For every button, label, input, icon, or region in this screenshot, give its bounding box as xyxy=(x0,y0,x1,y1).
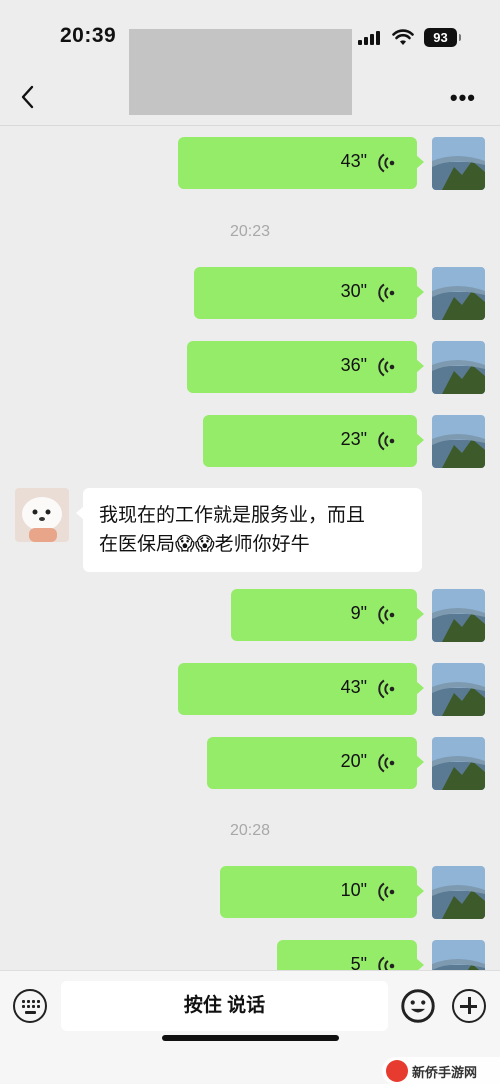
battery-indicator: 93 xyxy=(424,28,461,47)
voice-duration: 5" xyxy=(350,954,367,970)
voice-message-bubble[interactable]: 43" xyxy=(178,663,424,715)
smiley-icon[interactable] xyxy=(401,989,435,1023)
my-avatar[interactable] xyxy=(432,589,485,642)
my-avatar[interactable] xyxy=(432,415,485,468)
message-line: 在医保局😱😱老师你好牛 xyxy=(99,530,406,559)
home-indicator xyxy=(162,1035,339,1041)
watermark: 新侨手游网 xyxy=(382,1057,500,1084)
keyboard-icon[interactable] xyxy=(13,989,47,1023)
my-avatar[interactable] xyxy=(432,341,485,394)
message-list[interactable]: 43" 20:23 30" 36" 23" 我现在的工作就是服务业，而且 在医保… xyxy=(0,127,500,970)
timestamp: 20:23 xyxy=(229,223,271,240)
voice-message-bubble[interactable]: 5" xyxy=(277,940,424,970)
scream-emoji: 😱😱 xyxy=(175,534,215,555)
plus-icon[interactable] xyxy=(452,989,486,1023)
voice-duration: 9" xyxy=(350,603,367,623)
more-options-button[interactable]: ••• xyxy=(450,85,476,111)
watermark-logo-icon xyxy=(386,1060,408,1082)
voice-wave-icon xyxy=(378,956,395,970)
message-text: 在医保局 xyxy=(99,534,176,555)
voice-wave-icon xyxy=(378,357,395,377)
voice-message-bubble[interactable]: 30" xyxy=(194,267,424,319)
input-bar: 按住 说话 新侨手游网 xyxy=(0,970,500,1084)
voice-wave-icon xyxy=(378,882,395,902)
voice-message-bubble[interactable]: 36" xyxy=(187,341,424,393)
message-text: 老师你好牛 xyxy=(214,534,310,555)
voice-duration: 43" xyxy=(340,677,367,697)
contact-avatar[interactable] xyxy=(15,488,69,542)
my-avatar[interactable] xyxy=(432,866,485,919)
hold-to-talk-button[interactable]: 按住 说话 xyxy=(61,981,388,1031)
voice-message-bubble[interactable]: 20" xyxy=(207,737,424,789)
chevron-left-icon[interactable] xyxy=(16,82,42,112)
voice-duration: 10" xyxy=(340,880,367,900)
voice-duration: 23" xyxy=(340,429,367,449)
voice-wave-icon xyxy=(378,605,395,625)
voice-message-bubble[interactable]: 10" xyxy=(220,866,424,918)
wifi-icon xyxy=(392,29,414,45)
voice-duration: 43" xyxy=(340,151,367,171)
status-time: 20:39 xyxy=(60,24,117,47)
my-avatar[interactable] xyxy=(432,737,485,790)
voice-wave-icon xyxy=(378,153,395,173)
my-avatar[interactable] xyxy=(432,267,485,320)
voice-wave-icon xyxy=(378,283,395,303)
cellular-signal-icon xyxy=(358,31,382,45)
redacted-chat-title xyxy=(129,29,352,115)
voice-duration: 30" xyxy=(340,281,367,301)
voice-message-bubble[interactable]: 23" xyxy=(203,415,424,467)
my-avatar[interactable] xyxy=(432,137,485,190)
voice-wave-icon xyxy=(378,753,395,773)
message-line: 我现在的工作就是服务业，而且 xyxy=(99,505,366,526)
voice-message-bubble[interactable]: 43" xyxy=(178,137,424,189)
my-avatar[interactable] xyxy=(432,940,485,970)
incoming-text-bubble[interactable]: 我现在的工作就是服务业，而且 在医保局😱😱老师你好牛 xyxy=(76,488,422,572)
watermark-text: 新侨手游网 xyxy=(412,1065,478,1080)
voice-wave-icon xyxy=(378,431,395,451)
voice-message-bubble[interactable]: 9" xyxy=(231,589,424,641)
voice-wave-icon xyxy=(378,679,395,699)
voice-duration: 36" xyxy=(340,355,367,375)
voice-duration: 20" xyxy=(340,751,367,771)
my-avatar[interactable] xyxy=(432,663,485,716)
timestamp: 20:28 xyxy=(229,822,271,839)
